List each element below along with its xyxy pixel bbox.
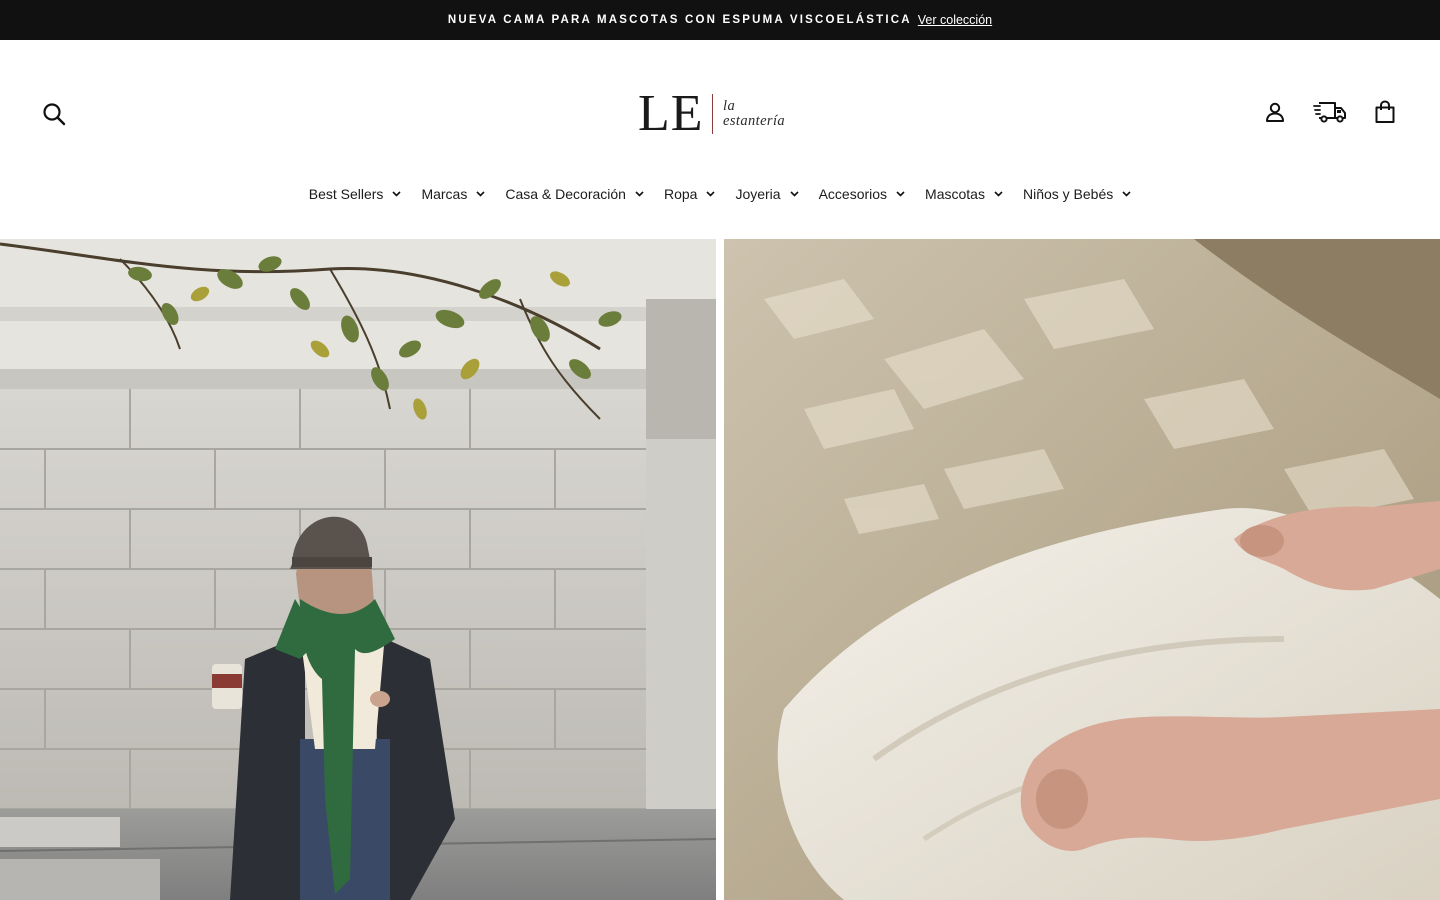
- nav-item-casa-decoracion[interactable]: Casa & Decoración: [505, 183, 644, 205]
- logo-wordmark: la estantería: [723, 99, 785, 129]
- chevron-down-icon: [635, 191, 644, 197]
- chevron-down-icon: [994, 191, 1003, 197]
- shopping-bag-icon: [1375, 100, 1395, 123]
- logo-divider: [711, 94, 714, 134]
- site-header: LE la estantería Best Sellers Marcas Cas…: [0, 40, 1440, 239]
- nav-item-best-sellers[interactable]: Best Sellers: [309, 183, 402, 205]
- delivery-truck-icon: [1313, 102, 1346, 123]
- bed-linen-photo: [724, 239, 1440, 900]
- announcement-text: NUEVA CAMA PARA MASCOTAS CON ESPUMA VISC…: [447, 14, 912, 26]
- nav-item-ninos-bebes[interactable]: Niños y Bebés: [1023, 183, 1131, 205]
- search-button[interactable]: [40, 100, 68, 128]
- nav-item-label: Marcas: [421, 186, 468, 202]
- view-collection-link[interactable]: Ver colección: [918, 13, 992, 27]
- nav-item-mascotas[interactable]: Mascotas: [925, 183, 1003, 205]
- nav-item-label: Mascotas: [925, 186, 985, 202]
- nav-item-accesorios[interactable]: Accesorios: [819, 183, 905, 205]
- hero-image-left[interactable]: [0, 239, 716, 900]
- nav-item-marcas[interactable]: Marcas: [421, 183, 485, 205]
- chevron-down-icon: [790, 191, 799, 197]
- main-navigation: Best Sellers Marcas Casa & Decoración Ro…: [0, 183, 1440, 205]
- nav-item-label: Niños y Bebés: [1022, 186, 1114, 202]
- hero-image-right[interactable]: [724, 239, 1440, 900]
- nav-item-label: Casa & Decoración: [505, 186, 626, 202]
- nav-item-label: Joyeria: [735, 186, 781, 202]
- cart-button[interactable]: [1372, 98, 1398, 126]
- account-button[interactable]: [1262, 99, 1288, 125]
- nav-item-ropa[interactable]: Ropa: [663, 183, 716, 205]
- woman-green-scarf-photo: [0, 239, 716, 900]
- shipping-button[interactable]: [1312, 98, 1348, 126]
- search-icon: [43, 103, 66, 126]
- chevron-down-icon: [706, 191, 716, 197]
- chevron-down-icon: [1122, 191, 1131, 197]
- nav-item-label: Best Sellers: [308, 186, 384, 202]
- chevron-down-icon: [392, 191, 402, 197]
- chevron-down-icon: [896, 191, 905, 197]
- site-logo[interactable]: LE la estantería: [638, 85, 785, 142]
- logo-mark: LE: [638, 85, 704, 142]
- user-icon: [1266, 102, 1284, 122]
- logo-line-2: estantería: [723, 113, 786, 129]
- logo-line-1: la: [723, 98, 736, 114]
- nav-item-label: Accesorios: [818, 186, 888, 202]
- nav-item-label: Ropa: [663, 186, 698, 202]
- chevron-down-icon: [476, 191, 485, 197]
- announcement-bar: NUEVA CAMA PARA MASCOTAS CON ESPUMA VISC…: [0, 0, 1440, 40]
- nav-item-joyeria[interactable]: Joyeria: [735, 183, 799, 205]
